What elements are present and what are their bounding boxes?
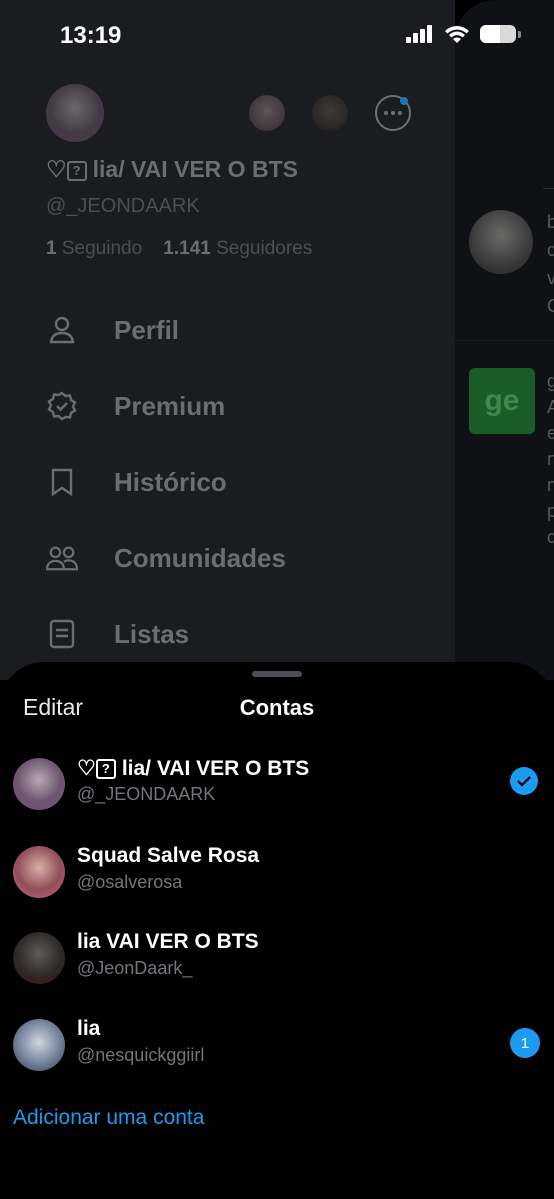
bookmark-icon bbox=[46, 466, 78, 498]
communities-icon bbox=[46, 542, 78, 574]
account-row[interactable]: ♡? lia/ VAI VER O BTS @_JEONDAARK bbox=[0, 748, 554, 818]
ge-logo: ge bbox=[469, 368, 535, 434]
menu-item-label: Premium bbox=[114, 390, 226, 421]
avatar[interactable] bbox=[46, 84, 104, 142]
followers-link[interactable]: 1.141 Seguidores bbox=[163, 238, 312, 259]
account-row[interactable]: Squad Salve Rosa @osalverosa bbox=[0, 836, 554, 906]
status-bar: 13:19 bbox=[0, 0, 554, 72]
menu-item-history[interactable]: Histórico bbox=[46, 462, 227, 502]
wifi-icon bbox=[445, 26, 469, 43]
account-handle: @_JEONDAARK bbox=[77, 784, 216, 804]
account-name: Squad Salve Rosa bbox=[77, 844, 260, 867]
switch-account-avatar[interactable] bbox=[312, 95, 348, 131]
menu-item-label: Perfil bbox=[114, 314, 180, 345]
sheet-grabber[interactable] bbox=[252, 671, 302, 677]
battery-icon bbox=[480, 25, 521, 43]
post-avatar bbox=[469, 210, 533, 274]
notification-badge: 1 bbox=[510, 1028, 540, 1058]
menu-item-label: Comunidades bbox=[114, 542, 286, 573]
menu-item-profile[interactable]: Perfil bbox=[46, 310, 179, 350]
ellipsis-icon bbox=[384, 111, 402, 115]
accounts-sheet: Editar Contas ♡? lia/ VAI VER O BTS @_JEO… bbox=[0, 662, 554, 1199]
menu-item-label: Listas bbox=[114, 618, 190, 649]
clock: 13:19 bbox=[60, 22, 122, 49]
follow-stats: 1 Seguindo 1.141 Seguidores bbox=[46, 238, 312, 260]
sheet-title: Contas bbox=[239, 695, 315, 720]
switch-account-avatar[interactable] bbox=[249, 95, 285, 131]
post-text-fragment: gAennpc bbox=[547, 371, 554, 547]
menu-item-communities[interactable]: Comunidades bbox=[46, 538, 286, 578]
status-icons bbox=[406, 24, 521, 44]
avatar bbox=[13, 846, 65, 898]
cellular-signal-icon bbox=[406, 25, 432, 43]
avatar bbox=[13, 758, 65, 810]
account-row[interactable]: lia VAI VER O BTS @JeonDaark_ bbox=[0, 922, 554, 992]
selected-check-icon bbox=[510, 767, 538, 795]
account-name: lia bbox=[77, 1017, 101, 1040]
verified-badge-icon bbox=[46, 390, 78, 422]
person-icon bbox=[46, 314, 78, 346]
list-icon bbox=[46, 618, 78, 650]
following-link[interactable]: 1 Seguindo bbox=[46, 238, 142, 259]
menu-item-premium[interactable]: Premium bbox=[46, 386, 225, 426]
handle: @_JEONDAARK bbox=[46, 195, 200, 217]
post-divider bbox=[455, 340, 554, 341]
avatar bbox=[13, 932, 65, 984]
account-handle: @nesquickggiirl bbox=[77, 1045, 205, 1065]
menu-item-lists[interactable]: Listas bbox=[46, 614, 189, 654]
account-handle: @osalverosa bbox=[77, 872, 183, 892]
display-name: ♡? lia/ VAI VER O BTS bbox=[46, 156, 298, 182]
account-row[interactable]: lia @nesquickggiirl 1 bbox=[0, 1009, 554, 1079]
avatar bbox=[13, 1019, 65, 1071]
timeline-peek: bcvC ge gAennpc bbox=[455, 0, 554, 680]
account-name: lia VAI VER O BTS bbox=[77, 930, 259, 953]
tab-indicator bbox=[543, 188, 554, 189]
post-text-fragment: bcvC bbox=[547, 212, 554, 316]
account-handle: @JeonDaark_ bbox=[77, 958, 193, 978]
side-drawer: ♡? lia/ VAI VER O BTS @_JEONDAARK 1 Segui… bbox=[0, 0, 455, 680]
notification-dot bbox=[400, 97, 408, 105]
add-account-link[interactable]: Adicionar uma conta bbox=[13, 1106, 204, 1130]
menu-item-label: Histórico bbox=[114, 466, 227, 497]
account-name: ♡? lia/ VAI VER O BTS bbox=[77, 757, 310, 780]
